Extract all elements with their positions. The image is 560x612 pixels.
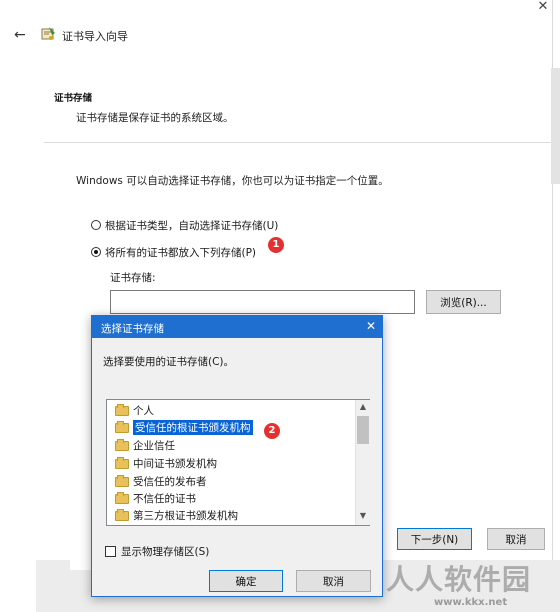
cancel-button[interactable]: 取消 (487, 528, 545, 550)
step-badge-2: 2 (264, 423, 280, 439)
tree-item-label: 企业信任 (133, 440, 175, 452)
tree-item[interactable]: 中间证书颁发机构 (115, 455, 217, 472)
tree-item-label: 受信任的根证书颁发机构 (133, 420, 253, 435)
scroll-thumb[interactable] (357, 416, 369, 444)
tree-scrollbar[interactable]: ▲ ▼ (355, 400, 370, 525)
dialog-titlebar[interactable]: 选择证书存储 ✕ (92, 316, 382, 338)
tree-item-label: 不信任的证书 (133, 493, 196, 505)
watermark-url: www.kkx.net (434, 597, 508, 608)
tree-item[interactable]: 企业信任 (115, 437, 175, 454)
folder-icon (115, 438, 129, 451)
scroll-down-arrow-icon[interactable]: ▼ (356, 511, 370, 523)
radio-auto-select[interactable] (91, 220, 101, 230)
next-button[interactable]: 下一步(N) (397, 528, 472, 550)
folder-icon (115, 491, 129, 504)
intro-text: Windows 可以自动选择证书存储，你也可以为证书指定一个位置。 (76, 175, 389, 187)
tree-item-label: 个人 (133, 405, 154, 417)
wizard-title: 证书导入向导 (62, 30, 128, 43)
show-physical-checkbox[interactable] (105, 546, 116, 557)
browse-button[interactable]: 浏览(R)... (426, 290, 501, 314)
dialog-title: 选择证书存储 (101, 323, 164, 335)
tree-item-label: 第三方根证书颁发机构 (133, 510, 238, 522)
show-physical-label[interactable]: 显示物理存储区(S) (121, 544, 209, 559)
radio-auto-label[interactable]: 根据证书类型，自动选择证书存储(U) (105, 218, 278, 233)
background-scrollbar[interactable] (551, 68, 560, 184)
step-badge-1: 1 (268, 237, 284, 253)
tree-item-label: 受信任的发布者 (133, 476, 207, 488)
radio-manual-label[interactable]: 将所有的证书都放入下列存储(P) (105, 245, 256, 260)
select-store-dialog: 选择证书存储 ✕ 选择要使用的证书存储(C)。 个人 受信任的根证书颁发机构 企… (91, 315, 383, 597)
store-tree[interactable]: 个人 受信任的根证书颁发机构 企业信任 中间证书颁发机构 受信任的发布者 不信任… (106, 399, 370, 526)
folder-icon (115, 474, 129, 487)
tree-item[interactable]: 个人 (115, 402, 154, 419)
tree-item[interactable]: 不信任的证书 (115, 490, 196, 507)
tree-item-selected[interactable]: 受信任的根证书颁发机构 (115, 419, 253, 436)
store-input[interactable] (110, 290, 415, 314)
dialog-prompt: 选择要使用的证书存储(C)。 (103, 356, 235, 368)
folder-icon (115, 420, 129, 433)
watermark-text: 人人软件园 (386, 563, 532, 596)
folder-icon (115, 403, 129, 416)
dialog-close-icon[interactable]: ✕ (364, 319, 378, 333)
dialog-cancel-button[interactable]: 取消 (296, 570, 371, 592)
ok-button[interactable]: 确定 (209, 570, 283, 592)
folder-icon (115, 508, 129, 521)
tree-item[interactable]: 第三方根证书颁发机构 (115, 507, 238, 524)
back-arrow-icon[interactable]: ← (14, 27, 26, 43)
section-title: 证书存储 (54, 93, 93, 104)
tree-item[interactable]: 受信任的发布者 (115, 473, 207, 490)
certificate-icon (41, 27, 55, 40)
tree-item-label: 中间证书颁发机构 (133, 458, 217, 470)
close-icon[interactable]: ✕ (534, 0, 552, 14)
radio-manual-store[interactable] (91, 247, 101, 257)
scroll-up-arrow-icon[interactable]: ▲ (356, 402, 370, 414)
folder-icon (115, 456, 129, 469)
divider (44, 142, 552, 143)
store-label: 证书存储: (110, 272, 156, 284)
section-description: 证书存储是保存证书的系统区域。 (76, 112, 234, 124)
